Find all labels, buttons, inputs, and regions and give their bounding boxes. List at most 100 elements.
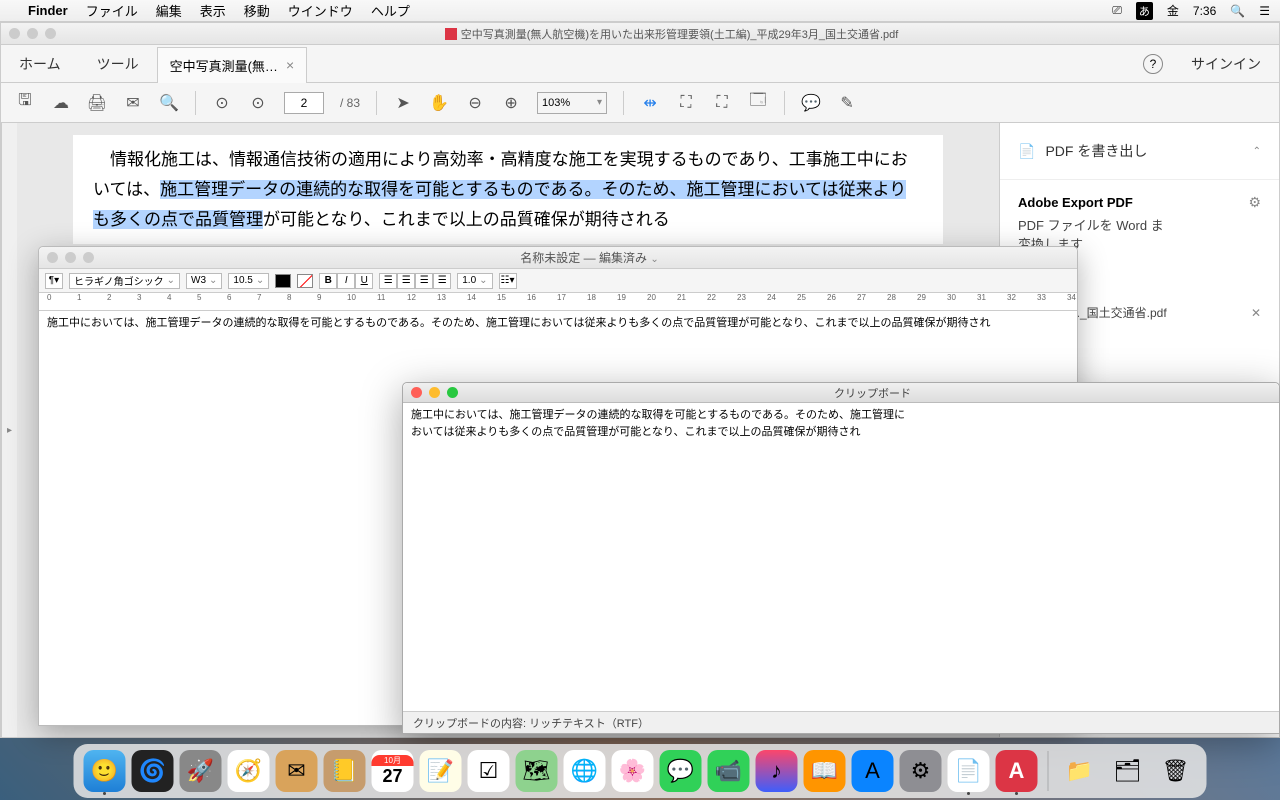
ime-indicator[interactable]: あ [1136, 2, 1153, 20]
dock-appstore-icon[interactable]: A [852, 750, 894, 792]
close-button[interactable] [9, 28, 20, 39]
dock-chrome-icon[interactable]: 🌐 [564, 750, 606, 792]
close-tab-icon[interactable]: × [286, 57, 294, 73]
bold-button[interactable]: B [319, 273, 337, 289]
dock-reminders-icon[interactable]: ☑ [468, 750, 510, 792]
align-center-button[interactable]: ☰ [397, 273, 415, 289]
page-down-icon[interactable]: ⊙ [248, 93, 268, 113]
textedit-content[interactable]: 施工中においては、施工管理データの連続的な取得を可能とするものである。そのため、… [39, 311, 1077, 336]
maximize-button[interactable] [447, 387, 458, 398]
settings-icon[interactable]: ⚙ [1248, 194, 1261, 211]
dock-contacts-icon[interactable]: 📒 [324, 750, 366, 792]
comment-icon[interactable]: 💬 [801, 93, 821, 113]
textedit-title-label: 名称未設定 — 編集済み [520, 251, 647, 265]
dock-folder-icon[interactable]: 📁 [1059, 750, 1101, 792]
list-button[interactable]: ☷▾ [499, 273, 517, 289]
zoom-out-icon[interactable]: ⊖ [465, 93, 485, 113]
dock-itunes-icon[interactable]: ♪ [756, 750, 798, 792]
notification-icon[interactable]: ☰ [1259, 4, 1270, 18]
clipboard-content: 施工中においては、施工管理データの連続的な取得を可能とするものである。そのため、… [403, 403, 1279, 711]
fit-width-icon[interactable]: ⇹ [640, 93, 660, 113]
spotlight-icon[interactable]: 🔍 [1230, 4, 1245, 18]
app-name[interactable]: Finder [28, 3, 68, 18]
menu-view[interactable]: 表示 [200, 1, 226, 20]
clipboard-titlebar[interactable]: クリップボード [403, 383, 1279, 403]
read-mode-icon[interactable]: 🗔 [748, 93, 768, 113]
dock-mail-icon[interactable]: ✉ [276, 750, 318, 792]
italic-button[interactable]: I [337, 273, 355, 289]
page-number-input[interactable] [284, 92, 324, 114]
mail-icon[interactable]: ✉ [123, 93, 143, 113]
bg-color-button[interactable] [297, 274, 313, 288]
ruler[interactable]: 0123456789101112131415161718192021222324… [39, 293, 1077, 311]
tools-tab[interactable]: ツール [79, 54, 157, 74]
minimize-button[interactable] [65, 252, 76, 263]
minimize-button[interactable] [429, 387, 440, 398]
menu-file[interactable]: ファイル [86, 1, 138, 20]
dock-ibooks-icon[interactable]: 📖 [804, 750, 846, 792]
close-button[interactable] [411, 387, 422, 398]
dock-downloads-icon[interactable]: 🗂 [1107, 750, 1149, 792]
cloud-icon[interactable]: ☁ [51, 93, 71, 113]
adobe-titlebar[interactable]: 空中写真測量(無人航空機)を用いた出来形管理要領(土工編)_平成29年3月_国土… [1, 23, 1279, 45]
font-family-select[interactable]: ヒラギノ角ゴシック⌄ [69, 273, 180, 289]
hand-icon[interactable]: ✋ [429, 93, 449, 113]
export-pdf-label[interactable]: PDF を書き出し [1045, 141, 1242, 161]
menu-go[interactable]: 移動 [244, 1, 270, 20]
signin-link[interactable]: サインイン [1173, 54, 1279, 74]
menu-help[interactable]: ヘルプ [371, 1, 410, 20]
line-spacing-select[interactable]: 1.0⌄ [457, 273, 492, 289]
align-justify-button[interactable]: ☰ [433, 273, 451, 289]
print-icon[interactable]: 🖨 [87, 93, 107, 113]
dock-photos-icon[interactable]: 🌸 [612, 750, 654, 792]
clipboard-title-label: クリップボード [466, 385, 1279, 401]
clock-time: 7:36 [1193, 4, 1216, 18]
pdf-text-post: が可能となり、これまで以上の品質確保が期待される [263, 210, 670, 229]
zoom-in-icon[interactable]: ⊕ [501, 93, 521, 113]
dock-messages-icon[interactable]: 💬 [660, 750, 702, 792]
dock-finder-icon[interactable]: 🙂 [84, 750, 126, 792]
menu-edit[interactable]: 編集 [156, 1, 182, 20]
help-icon[interactable]: ? [1143, 54, 1163, 74]
home-tab[interactable]: ホーム [1, 54, 79, 74]
dock-settings-icon[interactable]: ⚙ [900, 750, 942, 792]
zoom-select[interactable]: 103%▾ [537, 92, 607, 114]
save-icon[interactable]: 🖫 [15, 93, 35, 113]
minimize-button[interactable] [27, 28, 38, 39]
search-icon[interactable]: 🔍 [159, 93, 179, 113]
dock-launchpad-icon[interactable]: 🚀 [180, 750, 222, 792]
close-button[interactable] [47, 252, 58, 263]
page-up-icon[interactable]: ⊙ [212, 93, 232, 113]
airplay-icon[interactable]: ⎚ [1112, 3, 1122, 18]
pdf-file-icon [445, 28, 457, 40]
dock-acrobat-icon[interactable]: A [996, 750, 1038, 792]
dock-maps-icon[interactable]: 🗺 [516, 750, 558, 792]
document-tab[interactable]: 空中写真測量(無… × [157, 47, 308, 83]
remove-file-icon[interactable]: ✕ [1251, 306, 1261, 320]
left-panel-toggle[interactable]: ▸ [1, 123, 17, 737]
dock-notes-icon[interactable]: 📝 [420, 750, 462, 792]
underline-button[interactable]: U [355, 273, 373, 289]
dock-textedit-icon[interactable]: 📄 [948, 750, 990, 792]
menu-window[interactable]: ウインドウ [288, 1, 353, 20]
font-size-select[interactable]: 10.5⌄ [228, 273, 269, 289]
dock-siri-icon[interactable]: 🌀 [132, 750, 174, 792]
pointer-icon[interactable]: ➤ [393, 93, 413, 113]
maximize-button[interactable] [83, 252, 94, 263]
text-color-button[interactable] [275, 274, 291, 288]
align-left-button[interactable]: ☰ [379, 273, 397, 289]
paragraph-style-button[interactable]: ¶▾ [45, 273, 63, 289]
clipboard-status: クリップボードの内容: リッチテキスト（RTF） [403, 711, 1279, 733]
textedit-titlebar[interactable]: 名称未設定 — 編集済み ⌄ [39, 247, 1077, 269]
fullscreen-icon[interactable]: ⛶ [712, 93, 732, 113]
chevron-up-icon[interactable]: ⌃ [1253, 146, 1261, 157]
font-weight-select[interactable]: W3⌄ [186, 273, 222, 289]
maximize-button[interactable] [45, 28, 56, 39]
highlight-icon[interactable]: ✎ [837, 93, 857, 113]
dock-safari-icon[interactable]: 🧭 [228, 750, 270, 792]
dock-calendar-icon[interactable]: 10月27 [372, 750, 414, 792]
dock-facetime-icon[interactable]: 📹 [708, 750, 750, 792]
align-right-button[interactable]: ☰ [415, 273, 433, 289]
dock-trash-icon[interactable]: 🗑 [1155, 750, 1197, 792]
fit-page-icon[interactable]: ⛶ [676, 93, 696, 113]
